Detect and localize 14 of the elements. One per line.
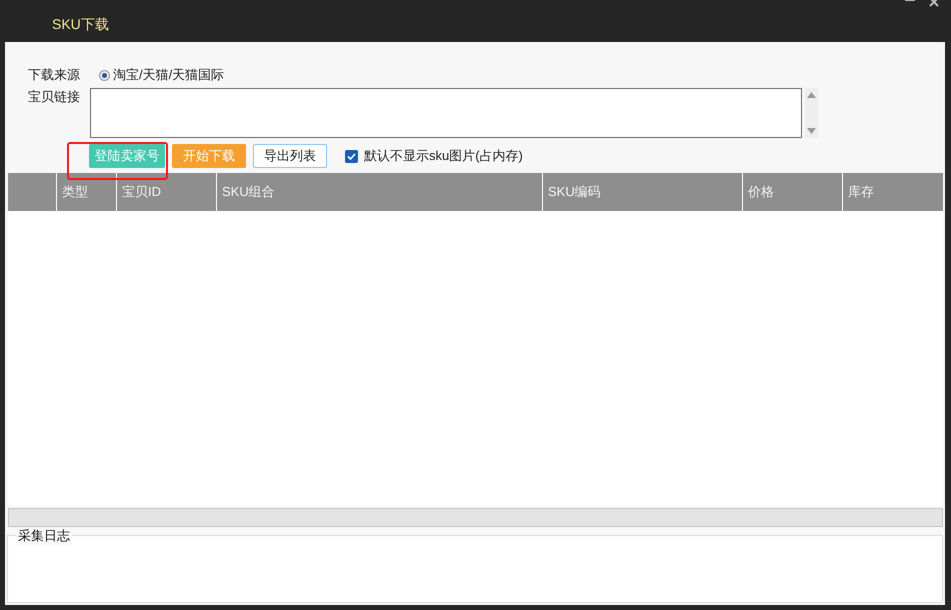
field-label: 宝贝链接 — [28, 88, 81, 106]
login-button[interactable]: 登陆卖家号 — [89, 144, 165, 168]
window-title: SKU下载 — [52, 16, 109, 34]
checkbox-label: 默认不显示sku图片(占内存) — [364, 147, 523, 165]
start-button[interactable]: 开始下载 — [172, 144, 246, 168]
link-input-field[interactable] — [90, 88, 802, 138]
export-button[interactable]: 导出列表 — [253, 144, 327, 168]
radio-option[interactable]: 淘宝/天猫/天猫国际 — [99, 66, 224, 84]
log-title: 采集日志 — [16, 527, 72, 545]
close-icon[interactable] — [929, 0, 939, 7]
horizontal-scrollbar[interactable] — [8, 508, 943, 527]
field-label: 下载来源 — [28, 66, 81, 84]
checkbox[interactable] — [345, 150, 358, 162]
check-icon — [347, 152, 356, 160]
